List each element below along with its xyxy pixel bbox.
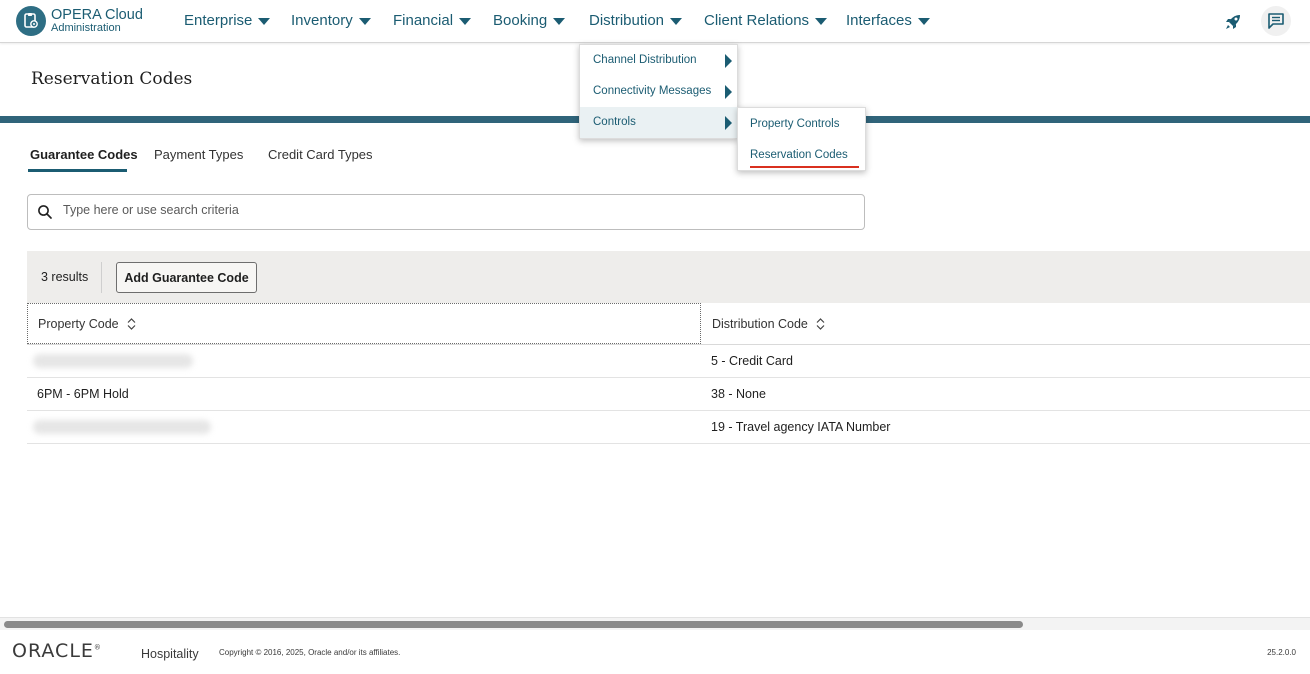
controls-submenu: Property Controls Reservation Codes bbox=[737, 107, 866, 171]
cell-distribution-code: 5 - Credit Card bbox=[711, 354, 793, 368]
add-guarantee-code-button[interactable]: Add Guarantee Code bbox=[116, 262, 257, 293]
cell-distribution-code: 19 - Travel agency IATA Number bbox=[711, 420, 891, 434]
nav-interfaces[interactable]: Interfaces bbox=[846, 12, 930, 29]
redacted-property-code bbox=[33, 354, 193, 368]
tab-guarantee-codes[interactable]: Guarantee Codes bbox=[30, 147, 138, 162]
oracle-logo: ORACLE® bbox=[12, 640, 102, 662]
menu-item-label: Connectivity Messages bbox=[593, 85, 712, 97]
nav-distribution-label: Distribution bbox=[589, 12, 665, 29]
nav-enterprise-label: Enterprise bbox=[184, 12, 253, 29]
version-text: 25.2.0.0 bbox=[1267, 648, 1296, 657]
nav-inventory-label: Inventory bbox=[291, 12, 353, 29]
nav-financial-label: Financial bbox=[393, 12, 454, 29]
top-navigation-bar: OPERA Cloud Administration Enterprise In… bbox=[0, 0, 1310, 43]
caret-down-icon bbox=[670, 17, 683, 25]
column-header-label: Property Code bbox=[38, 316, 119, 331]
cell-distribution-code: 38 - None bbox=[711, 387, 766, 401]
submenu-item-label: Reservation Codes bbox=[750, 149, 848, 161]
caret-down-icon bbox=[358, 17, 371, 25]
nav-booking-label: Booking bbox=[493, 12, 548, 29]
table-row[interactable]: 19 - Travel agency IATA Number bbox=[27, 411, 1310, 444]
distribution-menu: Channel Distribution Connectivity Messag… bbox=[579, 44, 738, 139]
nav-client-relations-label: Client Relations bbox=[704, 12, 810, 29]
copyright-text: Copyright © 2016, 2025, Oracle and/or it… bbox=[219, 648, 401, 657]
footer: ORACLE® Hospitality Copyright © 2016, 20… bbox=[0, 630, 1310, 674]
nav-inventory[interactable]: Inventory bbox=[291, 12, 371, 29]
caret-down-icon bbox=[459, 17, 472, 25]
nav-interfaces-label: Interfaces bbox=[846, 12, 912, 29]
table-row[interactable]: 5 - Credit Card bbox=[27, 345, 1310, 378]
submenu-item-label: Property Controls bbox=[750, 118, 840, 130]
search-input[interactable] bbox=[63, 203, 843, 217]
cell-property-code: 6PM - 6PM Hold bbox=[37, 387, 129, 401]
table-row[interactable]: 6PM - 6PM Hold 38 - None bbox=[27, 378, 1310, 411]
nav-financial[interactable]: Financial bbox=[393, 12, 472, 29]
sort-icon bbox=[816, 317, 825, 330]
rocket-icon[interactable] bbox=[1220, 9, 1246, 35]
column-header-distribution-code[interactable]: Distribution Code bbox=[701, 303, 1310, 344]
oracle-logo-text: ORACLE bbox=[12, 640, 94, 662]
nav-client-relations[interactable]: Client Relations bbox=[704, 12, 828, 29]
menu-item-connectivity-messages[interactable]: Connectivity Messages bbox=[580, 76, 737, 107]
menu-item-label: Channel Distribution bbox=[593, 54, 697, 66]
nav-enterprise[interactable]: Enterprise bbox=[184, 12, 271, 29]
results-toolbar: 3 results Add Guarantee Code bbox=[27, 251, 1310, 303]
caret-down-icon bbox=[815, 17, 828, 25]
caret-down-icon bbox=[917, 17, 930, 25]
annotation-underline bbox=[750, 166, 859, 168]
toolbar-divider bbox=[101, 262, 102, 293]
scrollbar-thumb[interactable] bbox=[4, 621, 1023, 628]
caret-down-icon bbox=[553, 17, 566, 25]
column-header-property-code[interactable]: Property Code bbox=[27, 303, 701, 344]
search-icon bbox=[38, 205, 52, 219]
nav-distribution[interactable]: Distribution bbox=[589, 12, 683, 29]
submenu-item-property-controls[interactable]: Property Controls bbox=[738, 108, 865, 139]
caret-right-icon bbox=[725, 54, 732, 68]
app-brand[interactable]: OPERA Cloud Administration bbox=[16, 6, 143, 36]
product-name: Hospitality bbox=[141, 647, 199, 661]
nav-booking[interactable]: Booking bbox=[493, 12, 566, 29]
page-title: Reservation Codes bbox=[31, 69, 193, 89]
horizontal-scrollbar[interactable] bbox=[0, 617, 1310, 630]
opera-logo-icon bbox=[16, 6, 46, 36]
menu-item-channel-distribution[interactable]: Channel Distribution bbox=[580, 45, 737, 76]
caret-right-icon bbox=[725, 116, 732, 130]
tab-credit-card-types[interactable]: Credit Card Types bbox=[268, 147, 373, 162]
results-count: 3 results bbox=[41, 270, 89, 284]
redacted-property-code bbox=[33, 420, 211, 434]
brand-title: OPERA Cloud bbox=[51, 6, 143, 23]
column-header-label: Distribution Code bbox=[712, 316, 808, 331]
search-box[interactable] bbox=[27, 194, 865, 230]
chat-icon[interactable] bbox=[1261, 6, 1291, 36]
tab-payment-types[interactable]: Payment Types bbox=[154, 147, 243, 162]
brand-subtitle: Administration bbox=[51, 22, 121, 35]
caret-right-icon bbox=[725, 85, 732, 99]
sort-icon bbox=[127, 317, 136, 330]
active-tab-indicator bbox=[28, 169, 127, 172]
menu-item-controls[interactable]: Controls bbox=[580, 107, 737, 138]
caret-down-icon bbox=[258, 17, 271, 25]
menu-item-label: Controls bbox=[593, 116, 636, 128]
